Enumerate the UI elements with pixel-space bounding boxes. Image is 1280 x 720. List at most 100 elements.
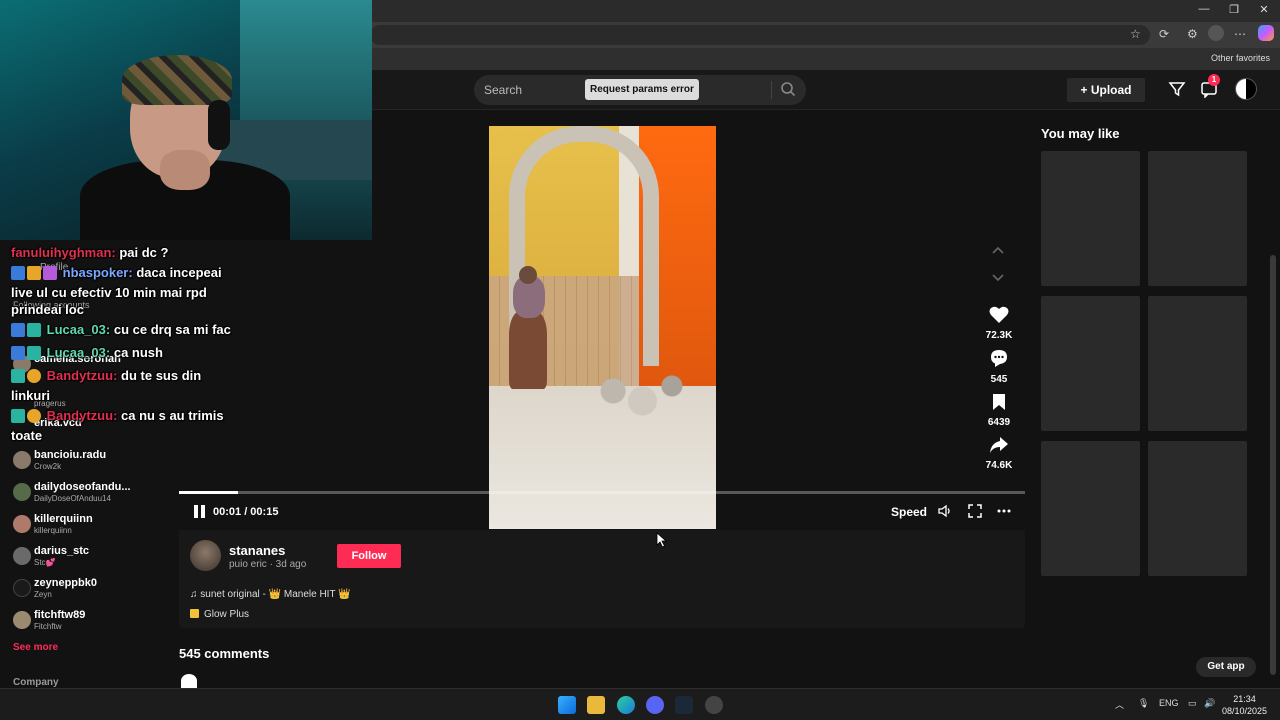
music-link[interactable]: ♫ sunet original - 👑 Manele HIT 👑 xyxy=(190,589,351,600)
account-handle: killerquiinn xyxy=(34,526,72,535)
chat-username: Bandytzuu: xyxy=(46,408,118,423)
save-count: 6439 xyxy=(987,417,1011,428)
video-person-skirt xyxy=(509,311,547,389)
discord-icon[interactable] xyxy=(646,696,664,714)
comment-button[interactable]: 545 xyxy=(980,348,1018,385)
page-scrollbar[interactable] xyxy=(1270,255,1276,675)
close-icon[interactable]: ✕ xyxy=(1249,3,1279,16)
account-name: darius_stc xyxy=(34,545,90,557)
get-app-button[interactable]: Get app xyxy=(1196,657,1256,677)
chat-username: nbaspoker: xyxy=(62,265,133,280)
search-divider xyxy=(771,81,772,99)
chat-badges xyxy=(11,369,43,387)
share-icon xyxy=(990,437,1008,453)
search-placeholder: Search xyxy=(484,83,523,97)
webcam-headset xyxy=(208,100,230,150)
see-more-link[interactable]: See more xyxy=(13,642,58,653)
chat-text: cu ce drq sa mi fac xyxy=(113,322,231,337)
account-handle: Stc💕 xyxy=(34,558,56,567)
profile-icon[interactable] xyxy=(1208,25,1224,41)
edge-icon[interactable] xyxy=(617,696,635,714)
account-name: killerquiinn xyxy=(34,513,93,525)
clock-date: 08/10/2025 xyxy=(1222,706,1268,716)
heart-icon xyxy=(989,306,1009,323)
network-icon[interactable]: ▭ xyxy=(1188,698,1197,709)
upload-label: Upload xyxy=(1090,83,1132,97)
plus-icon: + xyxy=(1080,83,1091,97)
speaker-icon[interactable]: 🔊 xyxy=(1204,698,1215,709)
start-icon[interactable] xyxy=(558,696,576,714)
minimize-icon[interactable]: — xyxy=(1189,3,1219,15)
clock-time: 21:34 xyxy=(1233,694,1256,704)
progress-bar[interactable] xyxy=(179,491,1025,494)
account-name: zeyneppbk0 xyxy=(34,577,97,589)
search-icon[interactable] xyxy=(780,81,796,97)
tray-chevron-icon[interactable]: ︿ xyxy=(1115,698,1124,711)
chat-badges xyxy=(11,266,59,284)
suggested-video-thumb[interactable] xyxy=(1148,296,1247,431)
inbox-badge: 1 xyxy=(1208,74,1220,86)
filter-icon[interactable] xyxy=(1168,80,1186,98)
restore-icon[interactable]: ❐ xyxy=(1219,3,1249,16)
app-icon[interactable] xyxy=(705,696,723,714)
share-button[interactable]: 74.6K xyxy=(980,436,1018,471)
suggested-video-thumb[interactable] xyxy=(1041,296,1140,431)
extensions-icon[interactable]: ⚙ xyxy=(1187,27,1198,41)
account-name: fitchftw89 xyxy=(34,609,86,621)
url-field[interactable] xyxy=(370,25,1150,45)
search-input[interactable]: Search Request params error xyxy=(474,75,806,105)
account-handle: Zeyn xyxy=(34,590,52,599)
video-player[interactable] xyxy=(489,126,716,529)
microphone-icon[interactable]: 🎙 xyxy=(1138,698,1149,709)
speed-button[interactable]: Speed xyxy=(891,505,927,519)
like-button[interactable]: 72.3K xyxy=(980,305,1018,341)
video-info-panel xyxy=(179,530,1025,628)
pause-icon[interactable] xyxy=(194,505,206,518)
chat-text: ca nush xyxy=(113,345,163,360)
video-person xyxy=(509,266,547,389)
chat-username: Lucaa_03: xyxy=(46,345,111,360)
other-favorites[interactable]: Other favorites xyxy=(1211,53,1270,63)
suggested-video-thumb[interactable] xyxy=(1148,441,1247,576)
author-username[interactable]: stananes xyxy=(229,543,285,558)
language-indicator[interactable]: ENG xyxy=(1159,698,1179,708)
file-explorer-icon[interactable] xyxy=(587,696,605,714)
save-button[interactable]: 6439 xyxy=(980,393,1018,428)
share-count: 74.6K xyxy=(985,460,1013,471)
more-icon[interactable]: ⋯ xyxy=(1234,27,1246,41)
upload-button[interactable]: + Upload xyxy=(1067,78,1145,102)
avatar xyxy=(13,483,31,501)
author-avatar[interactable] xyxy=(190,540,221,571)
progress-fill xyxy=(179,491,239,494)
copilot-icon[interactable] xyxy=(1258,25,1274,41)
previous-video-icon[interactable] xyxy=(990,243,1006,259)
steam-icon[interactable] xyxy=(675,696,693,714)
chat-message: Lucaa_03: ca nush xyxy=(11,344,231,364)
chat-text: pai dc ? xyxy=(119,245,169,260)
you-may-like-title: You may like xyxy=(1041,126,1120,141)
author-subline: puio eric · 3d ago xyxy=(229,559,307,570)
effect-label: Glow Plus xyxy=(204,609,250,620)
user-avatar[interactable] xyxy=(1235,78,1257,100)
volume-icon[interactable] xyxy=(937,503,953,519)
webcam-overlay xyxy=(0,0,372,240)
chat-username: Bandytzuu: xyxy=(46,368,118,383)
account-name: dailydoseofandu... xyxy=(34,481,131,493)
more-options-icon[interactable] xyxy=(996,503,1012,519)
refresh-icon[interactable]: ⟳ xyxy=(1159,27,1169,41)
fullscreen-icon[interactable] xyxy=(967,503,983,519)
company-link[interactable]: Company xyxy=(13,677,59,688)
windows-taskbar: ︿ 🎙 ENG ▭ 🔊 21:34 08/10/2025 xyxy=(0,688,1280,720)
follow-button[interactable]: Follow xyxy=(337,544,401,568)
avatar xyxy=(13,547,31,565)
suggested-video-thumb[interactable] xyxy=(1041,441,1140,576)
suggested-video-thumb[interactable] xyxy=(1148,151,1247,286)
comment-icon xyxy=(991,350,1007,367)
mouse-cursor-icon xyxy=(656,532,668,548)
system-clock[interactable]: 21:34 08/10/2025 xyxy=(1222,693,1267,717)
star-icon[interactable]: ☆ xyxy=(1130,27,1141,41)
suggested-video-thumb[interactable] xyxy=(1041,151,1140,286)
stream-chat: fanuluihyghman: pai dc ? nbaspoker: daca… xyxy=(11,244,231,447)
effect-link[interactable]: Glow Plus xyxy=(190,609,249,620)
next-video-icon[interactable] xyxy=(990,269,1006,285)
